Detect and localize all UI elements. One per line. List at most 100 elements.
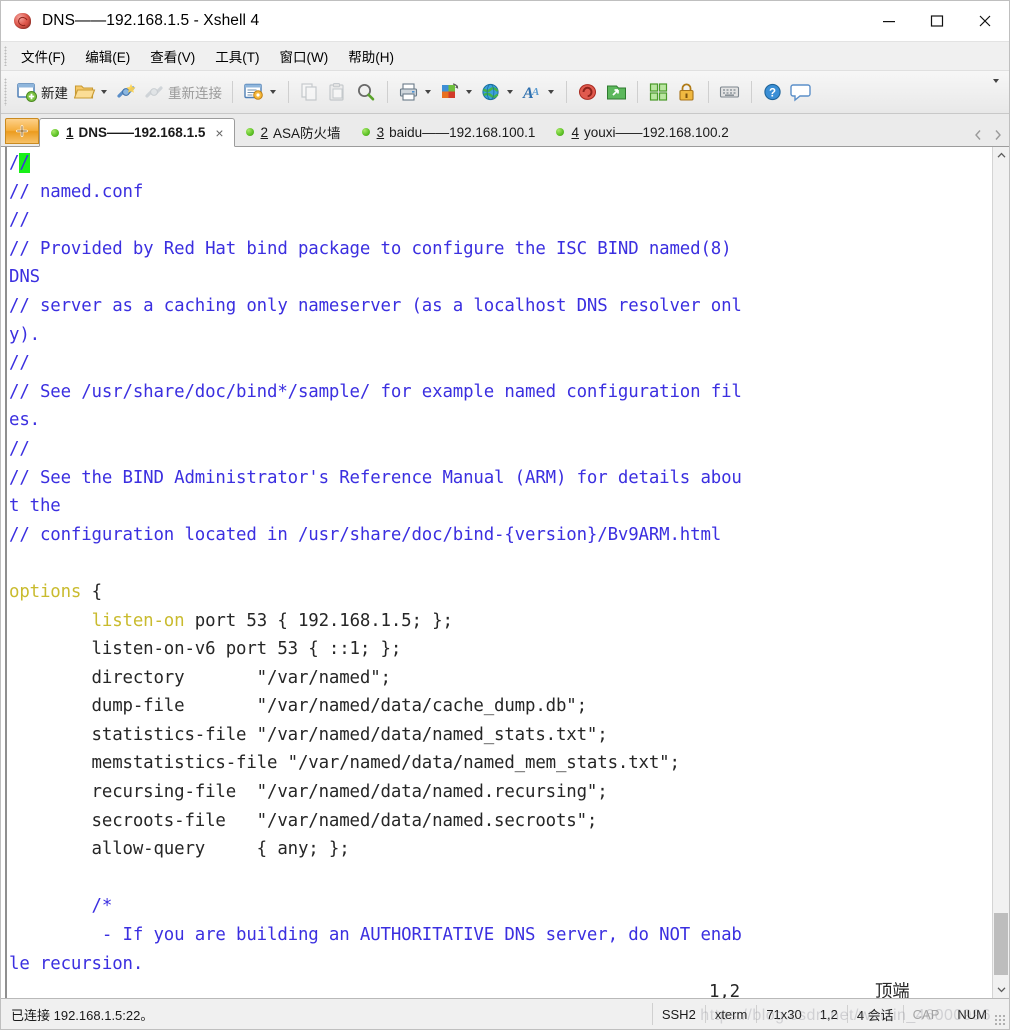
new-tab-button[interactable] xyxy=(5,118,39,144)
status-bar: 已连接 192.168.1.5:22。 SSH2 xterm 71x30 1,2… xyxy=(1,999,1009,1029)
toolbar-separator xyxy=(232,81,233,103)
menu-window[interactable]: 窗口(W) xyxy=(270,44,339,68)
xshell-logo-icon xyxy=(13,11,33,31)
menu-file[interactable]: 文件(F) xyxy=(11,44,75,68)
terminal-line: // xyxy=(9,435,992,464)
lock-button[interactable] xyxy=(673,77,701,107)
tab-label: youxi——192.168.100.2 xyxy=(583,124,729,140)
close-button[interactable] xyxy=(961,1,1009,41)
chevron-down-icon[interactable] xyxy=(466,90,472,94)
menu-view[interactable]: 查看(V) xyxy=(140,44,205,68)
chevron-down-icon[interactable] xyxy=(425,90,431,94)
scrollbar-thumb[interactable] xyxy=(994,913,1008,975)
menu-edit[interactable]: 编辑(E) xyxy=(75,44,140,68)
connect-button[interactable] xyxy=(112,77,140,107)
chevron-up-icon xyxy=(997,152,1005,158)
title-bar-left: DNS——192.168.1.5 - Xshell 4 xyxy=(1,11,865,31)
folder-open-icon xyxy=(74,85,96,99)
help-button[interactable]: ? xyxy=(759,77,787,107)
terminal-text: - If you are building an AUTHORITATIVE D… xyxy=(9,925,742,946)
terminal-screen[interactable]: // // named.conf // // Provided by Red Hat … xyxy=(7,147,992,998)
status-cursor-position: 1,2 xyxy=(819,1006,838,1022)
svg-text:A: A xyxy=(531,86,539,98)
terminal-line: allow-query { any; }; xyxy=(9,835,992,864)
tile-windows-icon xyxy=(649,83,668,101)
terminal-text: port 53 { 192.168.1.5; }; xyxy=(184,610,453,631)
close-icon xyxy=(979,15,991,27)
tab-session-3[interactable]: 3 baidu——192.168.100.1 xyxy=(351,118,546,146)
disconnect-plug-icon xyxy=(145,86,163,98)
copy-button xyxy=(296,77,324,107)
terminal-line: // xyxy=(9,349,992,378)
terminal-line: // named.conf xyxy=(9,178,992,207)
terminal-line: // See /usr/share/doc/bind*/sample/ for … xyxy=(9,378,992,407)
window-title: DNS——192.168.1.5 - Xshell 4 xyxy=(42,12,260,29)
terminal-text: dump-file "/var/named/data/cache_dump.db… xyxy=(9,696,588,717)
terminal-text: y). xyxy=(9,324,40,345)
maximize-button[interactable] xyxy=(913,1,961,41)
terminal-scrollbar[interactable] xyxy=(992,147,1009,998)
status-protocol: SSH2 xyxy=(661,1006,696,1022)
terminal-line: memstatistics-file "/var/named/data/name… xyxy=(9,749,992,778)
terminal-text: // named.conf xyxy=(9,181,144,202)
toolbar-separator xyxy=(288,81,289,103)
terminal-text: secroots-file "/var/named/data/named.sec… xyxy=(9,810,598,831)
chevron-right-icon[interactable] xyxy=(993,129,1003,141)
chevron-down-icon[interactable] xyxy=(548,90,554,94)
chevron-down-icon xyxy=(997,987,1005,993)
terminal-text: /* xyxy=(9,896,113,917)
new-session-button[interactable]: 新建 xyxy=(13,77,71,107)
resize-grip[interactable] xyxy=(994,1014,1006,1026)
tab-session-4[interactable]: 4 youxi——192.168.100.2 xyxy=(545,118,738,146)
chevron-down-icon[interactable] xyxy=(270,90,276,94)
copy-icon xyxy=(301,83,317,101)
terminal-text: le recursion. xyxy=(9,953,144,974)
terminal-line: dump-file "/var/named/data/cache_dump.db… xyxy=(9,692,992,721)
disconnect-button: 重新连接 xyxy=(140,77,225,107)
terminal-line: // xyxy=(9,206,992,235)
web-button[interactable] xyxy=(477,77,518,107)
terminal-text: DNS xyxy=(9,267,40,288)
xftp-icon xyxy=(607,85,626,100)
arrange-windows-button[interactable] xyxy=(645,77,673,107)
terminal-line: // Provided by Red Hat bind package to c… xyxy=(9,235,992,264)
minimize-button[interactable] xyxy=(865,1,913,41)
chevron-down-icon[interactable] xyxy=(507,90,513,94)
chevron-left-icon[interactable] xyxy=(973,129,983,141)
terminal-text: // xyxy=(9,210,30,231)
tab-close-icon[interactable]: × xyxy=(215,126,223,140)
xshell-button[interactable] xyxy=(574,77,602,107)
terminal-line: // server as a caching only nameserver (… xyxy=(9,292,992,321)
menu-tools[interactable]: 工具(T) xyxy=(205,44,269,68)
toolbar-overflow-button[interactable] xyxy=(988,79,1001,101)
properties-gear-icon xyxy=(244,83,263,100)
xftp-button[interactable] xyxy=(602,77,630,107)
chevron-down-icon[interactable] xyxy=(101,90,107,94)
session-properties-button[interactable] xyxy=(240,77,281,107)
magnifier-icon xyxy=(358,84,375,101)
terminal-text: memstatistics-file "/var/named/data/name… xyxy=(9,753,680,774)
chat-button[interactable] xyxy=(787,77,815,107)
menu-help[interactable]: 帮助(H) xyxy=(338,44,404,68)
editor-status-line: 1,2 顶端 xyxy=(9,978,992,998)
open-session-button[interactable] xyxy=(71,77,112,107)
scrollbar-track[interactable] xyxy=(993,164,1009,981)
toolbar-separator xyxy=(637,81,638,103)
terminal-line: // configuration located in /usr/share/d… xyxy=(9,521,992,550)
scroll-up-button[interactable] xyxy=(993,147,1009,164)
window-controls xyxy=(865,1,1009,41)
keyboard-button[interactable] xyxy=(716,77,744,107)
terminal-text: listen-on-v6 port 53 { ::1; }; xyxy=(9,639,402,660)
tab-session-1[interactable]: 1 DNS——192.168.1.5 × xyxy=(39,118,235,147)
scroll-down-button[interactable] xyxy=(993,981,1009,998)
font-button[interactable]: A A xyxy=(518,77,559,107)
terminal-line: y). xyxy=(9,321,992,350)
color-scheme-button[interactable] xyxy=(436,77,477,107)
status-session-count: 4 会话 xyxy=(856,1007,894,1023)
title-bar: DNS——192.168.1.5 - Xshell 4 xyxy=(1,1,1009,41)
tab-session-2[interactable]: 2 ASA防火墙 xyxy=(235,118,351,146)
find-button[interactable] xyxy=(352,77,380,107)
print-button[interactable] xyxy=(395,77,436,107)
lock-icon xyxy=(679,83,694,101)
